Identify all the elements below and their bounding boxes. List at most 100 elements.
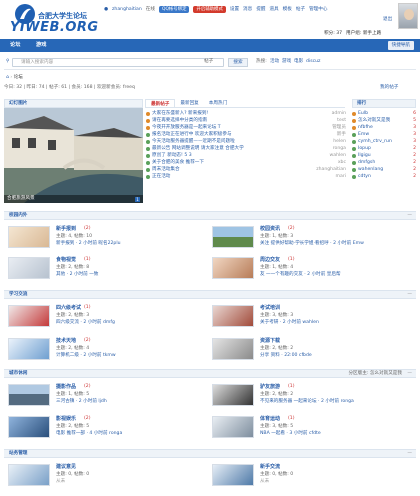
forum-name[interactable]: 资源下载 — [260, 338, 280, 344]
thread-row[interactable]: 大家在东盛新入? 新来报到! admin — [146, 111, 346, 118]
forum-lastpost[interactable]: 不见来的服务器 一起来论坛 · 2 小时前 ronga — [260, 399, 354, 405]
thread-title[interactable]: 大家在东盛新入? 新来报到! — [152, 111, 208, 117]
thread-title[interactable]: 报名活动正在进行中 欢迎大家积极参与 — [152, 132, 232, 138]
forum-name[interactable]: 摄影作品 — [56, 384, 76, 390]
thread-row[interactable]: 原创了 新动态! 5 3 wahlen — [146, 153, 346, 160]
thread-title[interactable]: 正在活动 — [152, 174, 170, 180]
link-props[interactable]: 道具 — [269, 7, 278, 13]
thread-title[interactable]: 今夜开开放服务器是一起来论坛 T — [152, 125, 221, 131]
forum-entry[interactable]: 校园资讯 (2) 主题: 1, 帖数: 3 关注 提供好帮助·学长学姐·看招呼 … — [212, 224, 412, 254]
forum-icon[interactable] — [212, 226, 254, 248]
thread-user[interactable]: ronga — [333, 146, 346, 152]
rank-name[interactable]: Eulb — [358, 111, 368, 117]
thread-title[interactable]: 关于合肥的美食 推荐一下 — [152, 160, 204, 166]
logo-wordmark[interactable]: YIWEB.ORG — [10, 20, 99, 36]
forum-entry[interactable]: 体育运动 (1) 主题: 3, 帖数: 5 NBA 一起看 · 3 小时前 cf… — [212, 414, 412, 444]
forum-name[interactable]: 食物视觉 — [56, 257, 76, 263]
collapse-icon[interactable]: — — [407, 291, 412, 299]
rank-row[interactable]: wahenlang 2 — [352, 167, 416, 174]
forum-lastpost[interactable]: NBA 一起看 · 3 小时前 cfdte — [260, 431, 321, 437]
forum-entry[interactable]: 四六级考试 (1) 主题: 2, 帖数: 3 四六级交流 · 2 小时前 dmf… — [8, 303, 208, 333]
thread-user[interactable]: xbc — [338, 160, 346, 166]
forum-name[interactable]: 技术天地 — [56, 338, 76, 344]
collapse-icon[interactable]: — — [407, 212, 412, 220]
forum-icon[interactable] — [8, 338, 50, 360]
category-title[interactable]: 站务管理 — [9, 451, 27, 456]
forum-name[interactable]: 新手交流 — [260, 464, 280, 470]
forum-name[interactable]: 考试培训 — [260, 305, 280, 311]
search-button[interactable]: 搜索 — [228, 58, 248, 67]
forum-icon[interactable] — [212, 305, 254, 327]
search-scope[interactable]: 帖子 — [204, 59, 213, 65]
tab-hot[interactable]: 本周热门 — [204, 99, 232, 107]
category-title[interactable]: 城市休闲 — [9, 371, 27, 376]
forum-lastpost[interactable]: 关于考研 · 2 小时前 wahlen — [260, 320, 319, 326]
rank-row[interactable]: dmfgsh 2 — [352, 160, 416, 167]
forum-lastpost[interactable]: 电影 推荐一部 · 4 小时前 ronga — [56, 431, 122, 437]
forum-icon[interactable] — [8, 226, 50, 248]
forum-name[interactable]: 四六级考试 — [56, 305, 81, 311]
forum-lastpost[interactable]: 分享 资料 · 22:00 cfbde — [260, 353, 312, 359]
my-posts-link[interactable]: 我的帖子 — [380, 85, 398, 91]
forum-lastpost[interactable]: 友 一一个有趣的交友 · 2 小时前 皇后帮 — [260, 272, 341, 278]
hot-link[interactable]: 电影 — [294, 59, 303, 65]
category-title[interactable]: 校园内外 — [9, 213, 27, 218]
forum-icon[interactable] — [8, 257, 50, 279]
thread-row[interactable]: 最新公告 网站调整说明 请大家注意 合肥大学 ronga — [146, 146, 346, 153]
thread-user[interactable]: wahlen — [330, 153, 347, 159]
forum-name[interactable]: 周边交友 — [260, 257, 280, 263]
thread-row[interactable]: 请在再要选择中分类的指南 test — [146, 118, 346, 125]
forum-icon[interactable] — [212, 464, 254, 486]
hot-link[interactable]: 游戏 — [282, 59, 291, 65]
thread-title[interactable]: 最新公告 网站调整说明 请大家注意 合肥大学 — [152, 146, 244, 152]
hot-link[interactable]: 活动 — [270, 59, 279, 65]
forum-entry[interactable]: 驴友旅游 (1) 主题: 2, 帖数: 2 不见来的服务器 一起来论坛 · 2 … — [212, 382, 412, 412]
forum-name[interactable]: 驴友旅游 — [260, 384, 280, 390]
forum-icon[interactable] — [212, 338, 254, 360]
forum-entry[interactable]: 新手交流 主题: 0, 帖数: 0 从未 — [212, 462, 412, 492]
rank-row[interactable]: Ilgigu 2 — [352, 153, 416, 160]
thread-user[interactable]: test — [337, 118, 346, 124]
thread-user[interactable]: admin — [332, 111, 346, 117]
slideshow-image[interactable]: 合肥旅游风景 1 — [4, 108, 143, 203]
avatar[interactable] — [398, 3, 418, 29]
rank-name[interactable]: cdtyn — [358, 174, 371, 180]
collapse-icon[interactable]: — — [407, 370, 412, 378]
thread-user[interactable]: mari — [336, 174, 346, 180]
link-posts[interactable]: 帖子 — [296, 7, 305, 13]
tab-latest[interactable]: 最新帖子 — [145, 99, 176, 107]
rank-row[interactable]: Eulb 6 — [352, 111, 416, 118]
thread-title[interactable]: 原创了 新动态! 5 3 — [152, 153, 192, 159]
thread-row[interactable]: 周末活动集合 zhanghaitian — [146, 167, 346, 174]
thread-row[interactable]: 报名活动正在进行中 欢迎大家积极参与 新手 — [146, 132, 346, 139]
forum-entry[interactable]: 资源下载 主题: 2, 帖数: 2 分享 资料 · 22:00 cfbde — [212, 336, 412, 366]
rank-row[interactable]: 怎么对就又是我 5 — [352, 118, 416, 125]
forum-entry[interactable]: 考试培训 主题: 3, 帖数: 3 关于考研 · 2 小时前 wahlen — [212, 303, 412, 333]
thread-title[interactable]: 今天活动服务器提醒——近期不是问题啦 — [152, 139, 235, 145]
slide-indicator[interactable]: 1 — [135, 197, 140, 202]
forum-lastpost[interactable]: 四六级交流 · 2 小时前 dmfg — [56, 320, 115, 326]
rank-row[interactable]: Emw 3 — [352, 132, 416, 139]
forum-entry[interactable]: 建议意见 主题: 0, 帖数: 0 从未 — [8, 462, 208, 492]
online-status[interactable]: 在线 — [146, 7, 155, 13]
logout-link[interactable]: 退出 — [383, 17, 392, 23]
forum-entry[interactable]: 影视娱乐 (2) 主题: 2, 帖数: 5 电影 推荐一部 · 4 小时前 ro… — [8, 414, 208, 444]
forum-lastpost[interactable]: 其他 · 2 小时前 一致 — [56, 272, 98, 278]
rank-name[interactable]: 怎么对就又是我 — [358, 118, 390, 124]
tab-replies[interactable]: 最新回复 — [175, 99, 203, 107]
rank-name[interactable]: Ilgigu — [358, 153, 371, 159]
forum-icon[interactable] — [8, 384, 50, 406]
rank-name[interactable]: nfbfhe — [358, 125, 373, 131]
link-messages[interactable]: 消息 — [243, 7, 252, 13]
forum-name[interactable]: 影视娱乐 — [56, 416, 76, 422]
search-input[interactable]: 请输入搜索内容 — [12, 58, 224, 67]
forum-icon[interactable] — [8, 416, 50, 438]
thread-user[interactable]: 管理员 — [332, 125, 346, 131]
link-notice[interactable]: 提醒 — [256, 7, 265, 13]
nav-games[interactable]: 游戏 — [36, 39, 46, 52]
forum-icon[interactable] — [212, 416, 254, 438]
forum-name[interactable]: 体育运动 — [260, 416, 280, 422]
home-icon[interactable]: ⌂ — [6, 75, 9, 80]
forum-icon[interactable] — [8, 464, 50, 486]
category-moderator[interactable]: 分区版主: 怎么对就又是我 — [348, 370, 402, 378]
